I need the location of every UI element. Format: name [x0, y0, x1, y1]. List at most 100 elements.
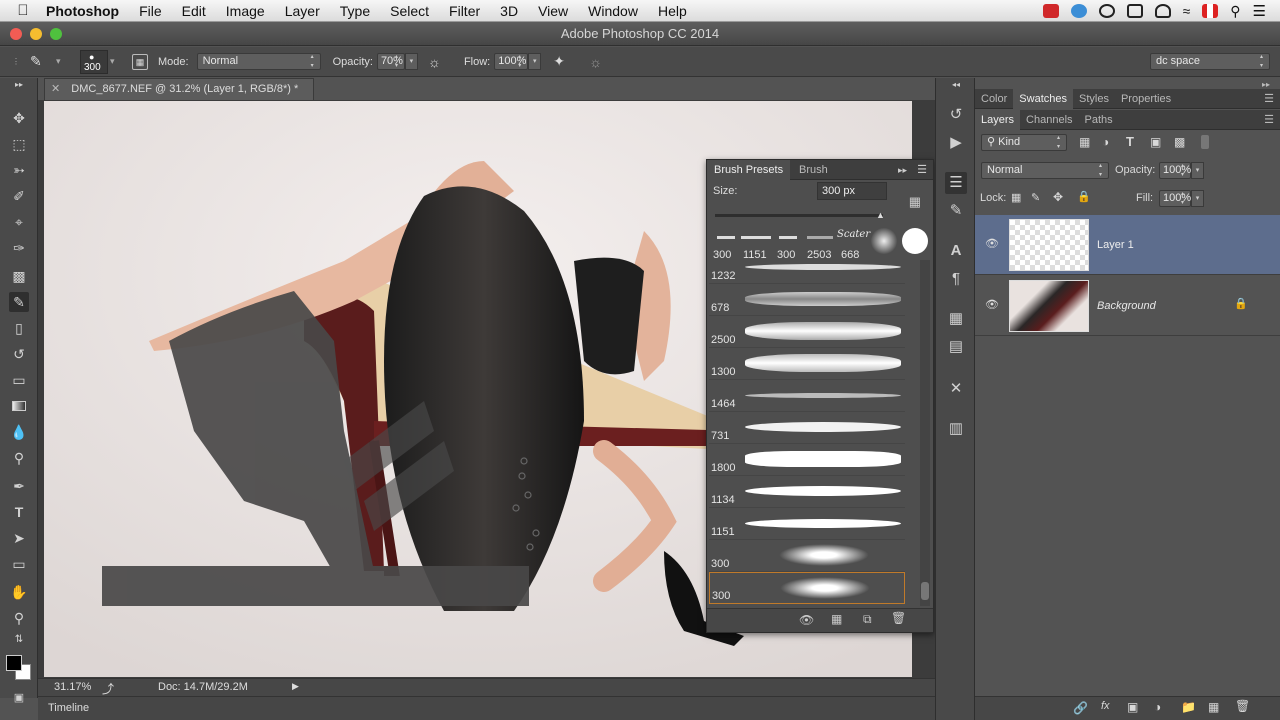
- clone-source-icon[interactable]: ▥: [945, 418, 967, 440]
- mode-dropdown[interactable]: Normal: [196, 53, 321, 71]
- fill-input[interactable]: 100%: [1159, 190, 1191, 208]
- quick-select-tool-icon[interactable]: ✐: [9, 186, 29, 206]
- menu-file[interactable]: File: [129, 0, 172, 22]
- timemachine-icon[interactable]: [1154, 4, 1171, 18]
- menu-edit[interactable]: Edit: [172, 0, 216, 22]
- soft-round-brush-icon[interactable]: [871, 228, 897, 254]
- brush-picker[interactable]: ● 300: [80, 49, 108, 74]
- layer-opacity-input[interactable]: 100%: [1159, 162, 1191, 180]
- tab-paths[interactable]: Paths: [1079, 110, 1119, 130]
- brush-picker-arrow-icon[interactable]: ▾: [110, 56, 122, 67]
- tab-styles[interactable]: Styles: [1073, 89, 1115, 109]
- app-menu[interactable]: Photoshop: [46, 0, 129, 22]
- flow-stepper[interactable]: ▾: [528, 53, 542, 70]
- lock-image-icon[interactable]: ✎: [1031, 191, 1040, 204]
- notes-icon[interactable]: ▤: [945, 336, 967, 358]
- tab-brush-presets[interactable]: Brush Presets: [707, 160, 791, 180]
- tab-channels[interactable]: Channels: [1020, 110, 1078, 130]
- grip-handle[interactable]: ⋮: [12, 57, 30, 66]
- dodge-tool-icon[interactable]: ⚲: [9, 448, 29, 468]
- hand-tool-icon[interactable]: ✋: [9, 582, 29, 602]
- character-icon[interactable]: A: [945, 240, 967, 262]
- type-tool-icon[interactable]: T: [9, 502, 29, 522]
- menu-3d[interactable]: 3D: [490, 0, 528, 22]
- tab-brush[interactable]: Brush: [795, 160, 832, 180]
- size-slider-thumb[interactable]: ▲: [876, 210, 885, 220]
- pressure-opacity-icon[interactable]: ☼: [428, 54, 450, 70]
- history-brush-tool-icon[interactable]: ↺: [9, 344, 29, 364]
- zoom-level[interactable]: 31.17%: [54, 681, 91, 693]
- menu-view[interactable]: View: [528, 0, 578, 22]
- pen-tool-icon[interactable]: ✒: [9, 476, 29, 496]
- filter-type-icon[interactable]: T: [1126, 134, 1134, 149]
- menu-type[interactable]: Type: [330, 0, 380, 22]
- status-menu-arrow-icon[interactable]: ▶: [292, 681, 299, 692]
- list-item[interactable]: 1232: [709, 260, 905, 284]
- panel-menu-icon[interactable]: ☰: [917, 160, 927, 180]
- list-item[interactable]: 300: [709, 540, 905, 572]
- dock-collapse-icon[interactable]: ▸▸: [1262, 80, 1270, 89]
- layer-filter-dropdown[interactable]: ⚲ Kind: [981, 134, 1067, 152]
- eraser-tool-icon[interactable]: ▭: [9, 370, 29, 390]
- panel-menu-icon[interactable]: ☰: [1264, 92, 1274, 105]
- lasso-tool-icon[interactable]: ➳: [9, 160, 29, 180]
- list-item[interactable]: 731: [709, 412, 905, 444]
- list-item[interactable]: 1134: [709, 476, 905, 508]
- size-slider[interactable]: [715, 214, 883, 217]
- adobe-status-icon[interactable]: [1042, 4, 1059, 18]
- gradient-tool-icon[interactable]: [9, 396, 29, 416]
- blend-mode-dropdown[interactable]: Normal: [981, 162, 1109, 180]
- fill-stepper[interactable]: ▾: [1191, 190, 1204, 207]
- panel-menu-icon[interactable]: ☰: [1264, 113, 1274, 126]
- wifi-icon[interactable]: ≈: [1183, 3, 1191, 19]
- menu-select[interactable]: Select: [380, 0, 439, 22]
- document-tab[interactable]: ✕ DMC_8677.NEF @ 31.2% (Layer 1, RGB/8*)…: [44, 78, 314, 100]
- workspace-dropdown[interactable]: dc space: [1150, 53, 1270, 71]
- brush-panel-toggle-icon[interactable]: ▦: [132, 53, 148, 70]
- quick-mask-icon[interactable]: ▣: [9, 688, 29, 708]
- flow-input[interactable]: 100%: [494, 53, 529, 71]
- info-panel-icon[interactable]: ▦: [945, 308, 967, 330]
- minimize-window-button[interactable]: [30, 28, 42, 40]
- tab-swatches[interactable]: Swatches: [1013, 88, 1073, 109]
- menu-layer[interactable]: Layer: [275, 0, 330, 22]
- notification-list-icon[interactable]: ☰: [1253, 2, 1266, 20]
- display-icon[interactable]: [1126, 4, 1143, 18]
- layer-opacity-stepper[interactable]: ▾: [1191, 162, 1204, 179]
- brush-tool-preset-icon[interactable]: ✎: [30, 53, 56, 70]
- spotlight-search-icon[interactable]: ⚲: [1230, 3, 1240, 20]
- scrollbar-thumb[interactable]: [921, 582, 929, 600]
- path-select-tool-icon[interactable]: ➤: [9, 528, 29, 548]
- trash-icon[interactable]: 🗑: [891, 611, 906, 625]
- flag-canada-icon[interactable]: [1202, 4, 1219, 18]
- list-item[interactable]: 1151: [709, 508, 905, 540]
- brush-panel-open-icon[interactable]: ▦: [831, 612, 842, 626]
- filter-toggle-switch[interactable]: [1201, 135, 1209, 149]
- layer-name[interactable]: Layer 1: [1097, 239, 1134, 251]
- new-layer-icon[interactable]: ▦: [1208, 700, 1219, 714]
- tools-presets-icon[interactable]: ✕: [945, 378, 967, 400]
- tab-properties[interactable]: Properties: [1115, 89, 1177, 109]
- brush-tool-icon[interactable]: ✎: [9, 292, 29, 312]
- airbrush-icon[interactable]: ✦: [553, 53, 575, 70]
- collapse-panel-icon[interactable]: ▸▸: [898, 160, 907, 180]
- list-item[interactable]: 1464: [709, 380, 905, 412]
- opacity-stepper[interactable]: ▾: [404, 53, 418, 70]
- filter-adjustment-icon[interactable]: ◑: [1102, 135, 1109, 149]
- visibility-eye-icon[interactable]: 👁: [985, 237, 999, 251]
- new-group-icon[interactable]: 📁: [1181, 700, 1196, 714]
- rectangle-tool-icon[interactable]: ▭: [9, 554, 29, 574]
- close-window-button[interactable]: [10, 28, 22, 40]
- visibility-eye-icon[interactable]: 👁: [985, 298, 999, 312]
- swap-colors-icon[interactable]: ⇅: [9, 634, 29, 646]
- layer-name[interactable]: Background: [1097, 300, 1156, 312]
- clone-stamp-tool-icon[interactable]: ▯: [9, 318, 29, 338]
- toggle-brush-preview-icon[interactable]: 👁: [799, 613, 814, 627]
- zoom-window-button[interactable]: [50, 28, 62, 40]
- timeline-panel-tab[interactable]: Timeline: [38, 696, 935, 720]
- menu-filter[interactable]: Filter: [439, 0, 490, 22]
- size-input[interactable]: 300 px: [817, 182, 887, 200]
- tab-layers[interactable]: Layers: [975, 109, 1021, 130]
- eyedropper-tool-icon[interactable]: ✑: [9, 238, 29, 258]
- link-layers-icon[interactable]: 🔗: [1073, 701, 1088, 715]
